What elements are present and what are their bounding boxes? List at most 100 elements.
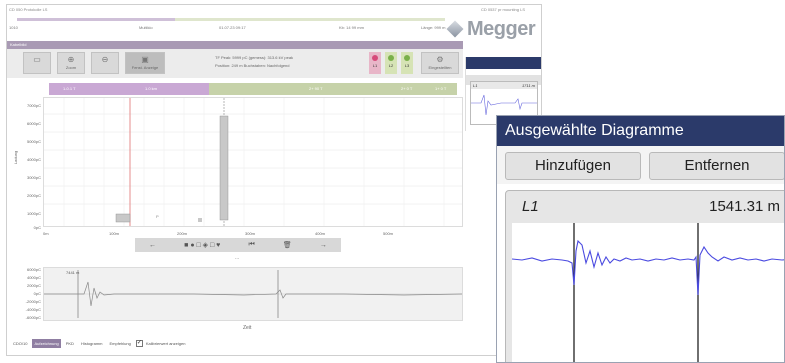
pd-map-svg: P [44, 98, 462, 226]
phase-band: 1-0.1 T 1.0 km 2+ 90 T 2+ 0 T 1+ 0 T [49, 83, 457, 95]
tab-cdo[interactable]: CDO/10 [11, 339, 29, 348]
pd-cluster-small [115, 213, 131, 223]
more-dots[interactable]: ... [235, 255, 239, 261]
x-tick: 100m [109, 231, 120, 236]
mini-card-header: L1 1711 m [471, 82, 537, 89]
wave-y-tick: -4000pC [25, 307, 41, 312]
settings-button[interactable]: ⚙ Eingestellten [421, 52, 459, 74]
arrow-left-icon[interactable]: ← [149, 242, 156, 249]
band-label-1: 1-0.1 T [63, 86, 76, 91]
pd-cluster-column [219, 115, 229, 221]
phase-l1-toggle[interactable]: L1 [369, 52, 381, 74]
brand-name: Megger [467, 17, 536, 40]
phase-l3-dot [404, 55, 410, 61]
panel-title: Ausgewählte Diagramme [497, 116, 784, 146]
wave-y-tick: -6000pC [25, 315, 41, 320]
pd-dot [198, 218, 202, 222]
window-view-label: Fenst. Anzeige [131, 65, 159, 70]
timeline-label-date: 01.07.23 09:17 [219, 25, 246, 30]
tab-recording[interactable]: Aufzeichnung [32, 338, 61, 348]
y-tick: 2000pC [26, 193, 41, 198]
x-tick: 300m [245, 231, 256, 236]
y-tick: 6000pC [26, 121, 41, 126]
calibration-checkbox[interactable]: ✓ [135, 339, 143, 347]
info-line-2: Position: 249 m Buchstaben: Nachfolgend [215, 63, 290, 68]
wave-y-ticks: 6000pC 4000pC 2000pC 0pC -2000pC -4000pC… [15, 267, 43, 323]
phase-l3-toggle[interactable]: L3 [401, 52, 413, 74]
timeline-segment-1 [17, 18, 175, 21]
plot-x-ticks: 0m 100m 200m 300m 400m 500m [43, 231, 463, 237]
plot-nav-bar: ← ■ ● □ ◈ □ ♥ ⏮ 🗑 → [135, 238, 341, 252]
diagram-wave-svg [511, 223, 784, 362]
remove-button[interactable]: Entfernen [649, 152, 784, 180]
timeline-label-length: Kb: 14 99 mm [339, 25, 364, 30]
x-tick: 400m [315, 231, 326, 236]
megger-logo: Megger [446, 17, 536, 41]
tab-histogram[interactable]: Histogramm [79, 339, 105, 348]
select-button[interactable]: ▭ [23, 52, 51, 74]
select-icon: ▭ [33, 55, 41, 64]
waveform-svg: 7441 m [44, 270, 463, 318]
plot-y-label: Ladung [13, 150, 19, 165]
app-window: CD 050 Protokolle LS CD 0537 pr mounting… [6, 4, 542, 356]
trash-icon[interactable]: 🗑 [283, 241, 292, 249]
diagram-card[interactable]: L1 1541.31 m [505, 190, 784, 362]
waveform-plot[interactable]: 7441 m [43, 267, 463, 321]
bottom-tab-bar: CDO/10 Aufzeichnung PKD Histogramm Empfe… [7, 337, 541, 349]
band-label-4: 2+ 0 T [401, 86, 413, 91]
x-tick: 0m [43, 231, 49, 236]
wave-y-tick: -2000pC [25, 299, 41, 304]
timeline-label-left: 1010 [9, 25, 18, 30]
arrow-right-icon[interactable]: → [320, 242, 327, 249]
title-bar: CD 050 Protokolle LS CD 0537 pr mounting… [7, 5, 541, 15]
toolbar: ▭ ⊕ Zoom ⊖ ▣ Fenst. Anzeige TF Peak: 599… [7, 49, 463, 78]
zoom-label: Zoom [65, 65, 77, 70]
megger-cube-icon [446, 20, 464, 38]
window-icon: ▣ [141, 55, 149, 64]
mini-card-label: L1 [473, 83, 478, 88]
cable-timeline[interactable] [17, 16, 447, 22]
add-button[interactable]: Hinzufügen [505, 152, 641, 180]
wave-x-label: Zeit [243, 325, 252, 331]
x-tick: 500m [383, 231, 394, 236]
calibration-label: Kalibrierwert anzeigen [145, 340, 186, 346]
wave-y-tick: 2000pC [26, 283, 41, 288]
zoom-out-button[interactable]: ⊖ [91, 52, 119, 74]
toolbar-info: TF Peak: 5999 pC (gemess): 313.6 kV peak… [215, 54, 293, 70]
wave-y-tick: 0pC [33, 291, 41, 296]
band-segment-2 [209, 83, 457, 95]
y-tick: 0pC [33, 225, 41, 230]
x-tick: 200m [177, 231, 188, 236]
window-view-button[interactable]: ▣ Fenst. Anzeige [125, 52, 165, 74]
wave-marker-label: 7441 m [66, 270, 80, 275]
window-title-left: CD 050 Protokolle LS [9, 7, 48, 12]
pd-map-plot[interactable]: P [43, 97, 463, 227]
phase-l2-toggle[interactable]: L2 [385, 52, 397, 74]
tab-recommendation[interactable]: Empfehlung [108, 339, 133, 348]
display-mode-icons[interactable]: ■ ● □ ◈ □ ♥ [184, 241, 220, 249]
panel-button-row: Hinzufügen Entfernen [497, 146, 784, 184]
plot-y-ticks: 7000pC 6000pC 5000pC 4000pC 3000pC 2000p… [15, 97, 43, 237]
zoom-in-button[interactable]: ⊕ Zoom [57, 52, 85, 74]
y-tick: 7000pC [26, 103, 41, 108]
zoom-out-icon: ⊖ [101, 55, 109, 64]
diagram-card-plot [511, 223, 784, 362]
selected-diagrams-panel: Ausgewählte Diagramme Hinzufügen Entfern… [496, 115, 785, 363]
y-tick: 4000pC [26, 157, 41, 162]
timeline-labels: 1010 Multikio 01.07.23 09:17 Kb: 14 99 m… [9, 25, 449, 33]
diagram-card-value: 1541.31 m [709, 198, 780, 215]
wave-y-tick: 6000pC [26, 267, 41, 272]
svg-text:P: P [156, 214, 159, 219]
window-title-right: CD 0537 pr mounting LS [480, 7, 525, 12]
wave-y-tick: 4000pC [26, 275, 41, 280]
mini-card-value: 1711 m [521, 83, 535, 88]
tab-pkd[interactable]: PKD [64, 339, 76, 348]
first-page-icon[interactable]: ⏮ [248, 241, 254, 249]
diagram-card-label: L1 [522, 198, 539, 215]
band-label-2: 1.0 km [145, 86, 158, 91]
gear-icon: ⚙ [436, 55, 444, 64]
diagram-card-header: L1 1541.31 m [506, 191, 784, 219]
phase-l2-dot [388, 55, 394, 61]
band-label-5: 1+ 0 T [435, 86, 447, 91]
y-tick: 5000pC [26, 139, 41, 144]
